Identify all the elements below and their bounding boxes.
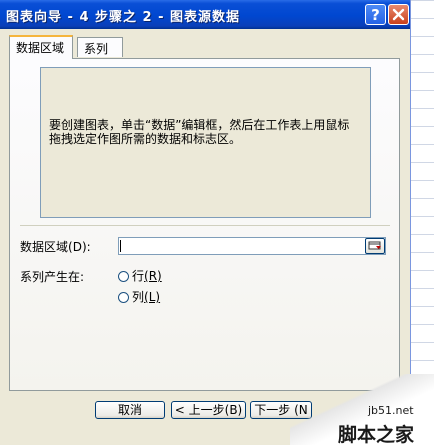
series-in-label: 系列产生在: [20, 270, 85, 284]
divider [20, 225, 390, 226]
help-icon: ? [371, 6, 380, 24]
help-button[interactable]: ? [365, 4, 386, 25]
data-range-panel: 要创建图表，单击“数据”编辑框，然后在工作表上用鼠标 拖拽选定作图所需的数据和标… [9, 58, 400, 391]
collapse-dialog-button[interactable] [365, 238, 385, 254]
preview-message: 要创建图表，单击“数据”编辑框，然后在工作表上用鼠标 拖拽选定作图所需的数据和标… [49, 118, 367, 146]
back-button[interactable]: < 上一步(B) [171, 401, 246, 419]
data-range-label-text: 数据区域 [20, 240, 69, 254]
text-cursor [120, 240, 121, 252]
series-in-columns-option[interactable]: 列(L) [118, 288, 160, 305]
window-title: 图表向导 - 4 步骤之 2 - 图表源数据 [6, 10, 241, 25]
tab-series[interactable]: 系列 [77, 37, 123, 57]
rows-key: (R) [144, 269, 162, 283]
preview-message-line2: 拖拽选定作图所需的数据和标志区。 [49, 132, 242, 146]
close-button[interactable] [388, 4, 409, 25]
watermark-name: 脚本之家 [338, 424, 415, 446]
data-range-label: 数据区域(D): [20, 238, 91, 255]
range-select-icon [368, 241, 381, 250]
series-in-rows-option[interactable]: 行(R) [118, 267, 162, 284]
data-range-input[interactable] [118, 237, 386, 255]
columns-text: 列 [132, 290, 145, 304]
columns-key: (L) [144, 290, 161, 304]
title-bar[interactable]: 图表向导 - 4 步骤之 2 - 图表源数据 ? [0, 0, 410, 29]
data-range-label-key: (D): [68, 240, 91, 254]
preview-message-line1: 要创建图表，单击“数据”编辑框，然后在工作表上用鼠标 [49, 118, 350, 132]
tab-series-label: 系列 [84, 42, 109, 56]
radio-rows[interactable] [118, 271, 129, 282]
rows-text: 行 [132, 269, 145, 283]
tab-data-range-label: 数据区域 [16, 41, 65, 55]
chart-preview: 要创建图表，单击“数据”编辑框，然后在工作表上用鼠标 拖拽选定作图所需的数据和标… [40, 67, 371, 218]
tab-data-range[interactable]: 数据区域 [9, 35, 73, 59]
radio-columns[interactable] [118, 292, 129, 303]
watermark-site: jb51.net [368, 404, 414, 417]
cancel-button[interactable]: 取消 [95, 401, 165, 419]
close-icon [392, 8, 405, 21]
